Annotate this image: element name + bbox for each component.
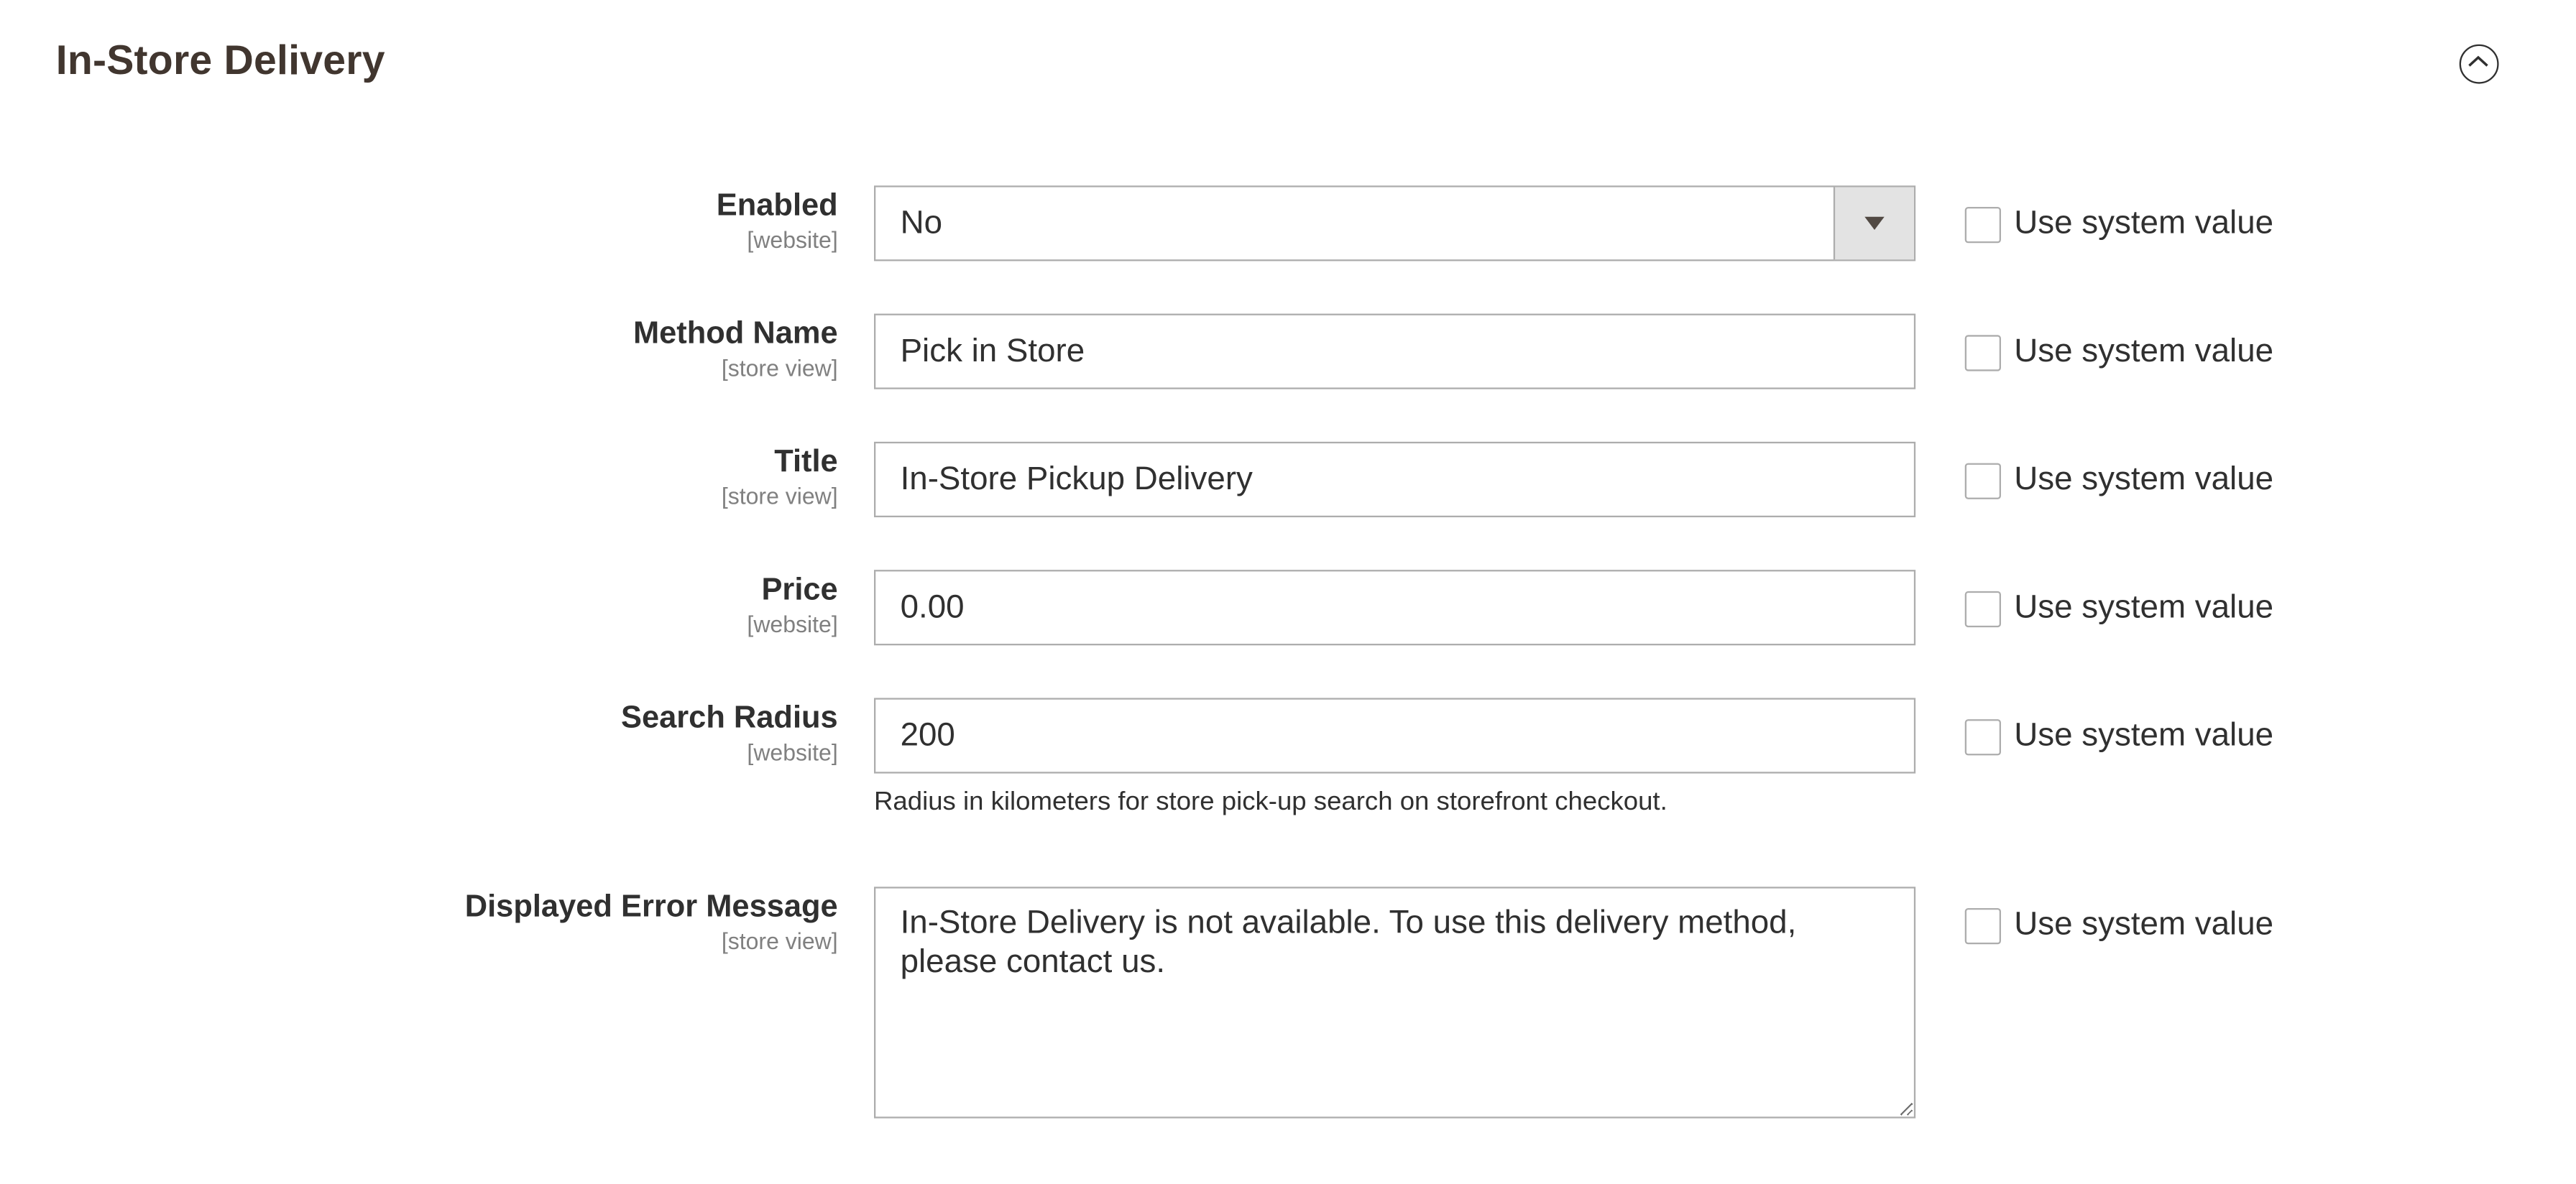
field-scope: [store view] [721,354,838,381]
field-scope: [website] [747,226,838,253]
checkbox-label: Use system value [2014,461,2274,498]
field-label: Displayed Error Message [464,889,838,925]
method-name-input[interactable] [873,313,1916,389]
checkbox[interactable] [1964,907,2001,944]
checkbox[interactable] [1964,205,2001,243]
chevron-up-icon [2468,55,2488,67]
in-store-delivery-section: In-Store Delivery Enabled [website] No Us… [0,0,2576,1184]
field-scope: [website] [747,611,838,637]
checkbox-label: Use system value [2014,589,2274,626]
use-system-value-title[interactable]: Use system value [1964,461,2274,499]
use-system-value-price[interactable]: Use system value [1964,589,2274,628]
checkbox[interactable] [1964,590,2001,626]
checkbox[interactable] [1964,718,2001,755]
title-input[interactable] [873,441,1916,517]
use-system-value-search-radius[interactable]: Use system value [1964,717,2274,756]
checkbox-label: Use system value [2014,333,2274,370]
caret-down-icon [1864,216,1885,230]
checkbox[interactable] [1964,334,2001,371]
field-note: Radius in kilometers for store pick-up s… [873,788,1668,816]
checkbox-label: Use system value [2014,906,2274,943]
use-system-value-method-name[interactable]: Use system value [1964,333,2274,371]
search-radius-input[interactable] [873,698,1916,774]
field-label: Method Name [632,317,838,352]
field-scope: [store view] [721,482,838,509]
enabled-select[interactable]: No [873,185,1916,262]
checkbox-label: Use system value [2014,717,2274,754]
field-label: Price [761,573,838,608]
error-message-textarea[interactable]: In-Store Delivery is not available. To u… [873,887,1916,1119]
collapse-section-button[interactable] [2459,44,2499,84]
checkbox[interactable] [1964,462,2001,499]
field-scope: [store view] [721,928,838,954]
checkbox-label: Use system value [2014,205,2274,241]
price-input[interactable] [873,570,1916,646]
selected-value: No [900,204,943,241]
dropdown-button[interactable] [1833,187,1914,260]
field-label: Title [774,445,838,480]
field-label: Enabled [716,188,838,223]
section-title: In-Store Delivery [55,37,385,84]
use-system-value-error-message[interactable]: Use system value [1964,906,2274,945]
use-system-value-enabled[interactable]: Use system value [1964,205,2274,244]
field-scope: [website] [747,739,838,766]
field-label: Search Radius [620,700,838,736]
